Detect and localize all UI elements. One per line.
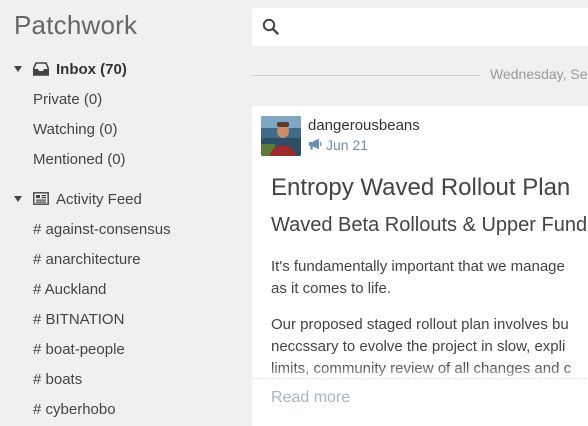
divider-date: Wednesday, Se [490,66,588,82]
sidebar-channel[interactable]: # boats [0,364,240,394]
channel-label: # Auckland [33,280,107,298]
sidebar: Patchwork Inbox (70) Private (0) Watchin… [0,0,240,418]
post-date[interactable]: Jun 21 [326,137,368,153]
post-title: Entropy Waved Rollout Plan [271,174,571,201]
newspaper-icon [33,192,49,209]
sidebar-channel[interactable]: # boat-people [0,334,240,364]
paragraph-line: neccssary to evolve the project in slow,… [271,338,566,355]
divider-line [252,75,480,76]
channel-label: # boat-people [33,340,125,358]
post-subtitle: Waved Beta Rollouts & Upper Fund [271,214,588,236]
sidebar-item-activity-feed[interactable]: Activity Feed [0,184,240,214]
sidebar-item-private[interactable]: Private (0) [0,84,240,114]
channel-label: # anarchitecture [33,250,141,268]
sidebar-item-watching[interactable]: Watching (0) [0,114,240,144]
sidebar-channel[interactable]: # anarchitecture [0,244,240,274]
avatar[interactable] [261,116,301,156]
sidebar-channel[interactable]: # cyberhobo [0,394,240,424]
sidebar-item-label: Watching (0) [33,120,118,138]
post-date-row[interactable]: Jun 21 [308,137,368,153]
caret-down-icon[interactable] [14,196,22,202]
paragraph-line: Our proposed staged rollout plan involve… [271,316,569,333]
sidebar-item-label: Inbox (70) [56,60,127,78]
inbox-tray-icon [32,62,50,80]
megaphone-icon [308,137,322,153]
paragraph-line: as it comes to life. [271,280,392,297]
caret-down-icon[interactable] [14,66,22,72]
channel-label: # cyberhobo [33,400,116,418]
sidebar-channel[interactable]: # Auckland [0,274,240,304]
search-input[interactable] [288,14,582,42]
channel-label: # boats [33,370,83,388]
channel-label: # against-consensus [33,220,171,238]
channel-label: # BITNATION [33,310,125,328]
sidebar-item-label: Mentioned (0) [33,150,126,168]
read-more-link[interactable]: Read more [271,389,350,407]
post-card: dangerousbeans Jun 21 Entropy Waved Roll… [252,106,588,426]
post-paragraph: It's fundamentally important that we man… [271,256,565,300]
read-more-bar[interactable]: Read more [252,378,588,426]
sidebar-channel[interactable]: # BITNATION [0,304,240,334]
paragraph-line: It's fundamentally important that we man… [271,258,565,275]
sidebar-channel[interactable]: # against-consensus [0,214,240,244]
sidebar-item-inbox[interactable]: Inbox (70) [0,54,240,84]
date-divider: Wednesday, Se [252,64,588,84]
app-title: Patchwork [14,10,138,40]
sidebar-item-mentioned[interactable]: Mentioned (0) [0,144,240,174]
sidebar-item-label: Private (0) [33,90,103,108]
search-icon[interactable] [262,18,279,40]
sidebar-item-label: Activity Feed [56,190,142,208]
search-box[interactable] [252,8,588,46]
post-author[interactable]: dangerousbeans [308,117,420,134]
